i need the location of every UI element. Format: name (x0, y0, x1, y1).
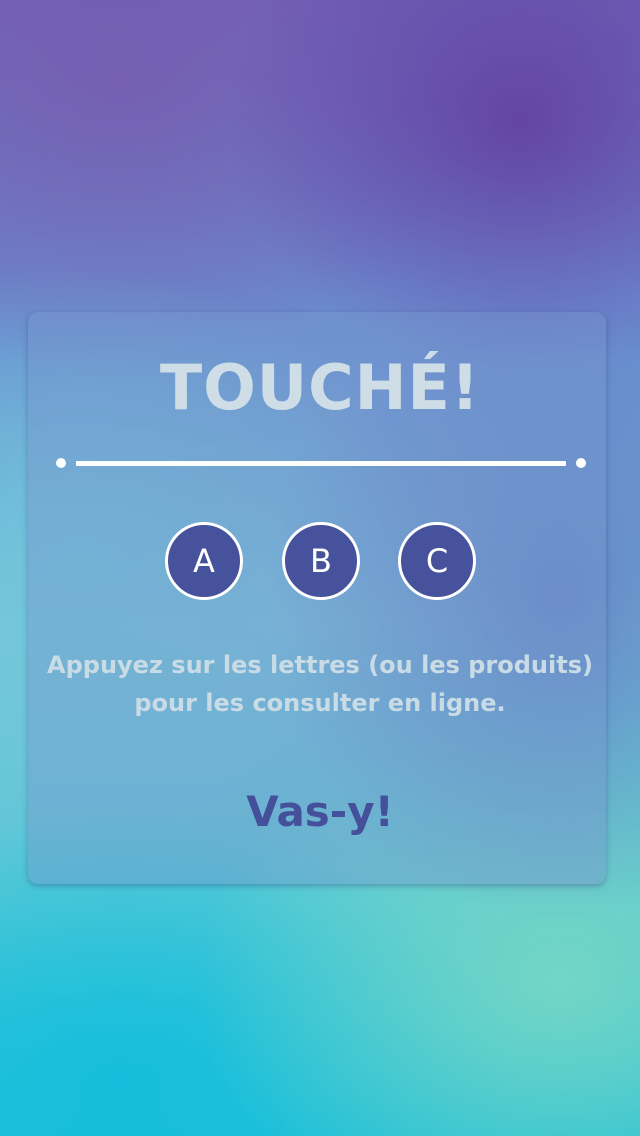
letter-b-button[interactable]: B (282, 522, 360, 600)
instructions-text: Appuyez sur les lettres (ou les produits… (40, 646, 600, 722)
divider-right-dot (576, 458, 586, 468)
divider-left-dot (56, 458, 66, 468)
go-button[interactable]: Vas-y! (0, 784, 640, 840)
divider (56, 458, 586, 468)
letter-c-button[interactable]: C (398, 522, 476, 600)
letter-buttons: A B C (0, 522, 640, 600)
divider-line (76, 461, 566, 466)
instructions-line-1: Appuyez sur les lettres (ou les produits… (47, 651, 593, 679)
instructions-line-2: pour les consulter en ligne. (134, 689, 506, 717)
letter-a-button[interactable]: A (165, 522, 243, 600)
dialog-title: TOUCHÉ! (159, 351, 481, 424)
